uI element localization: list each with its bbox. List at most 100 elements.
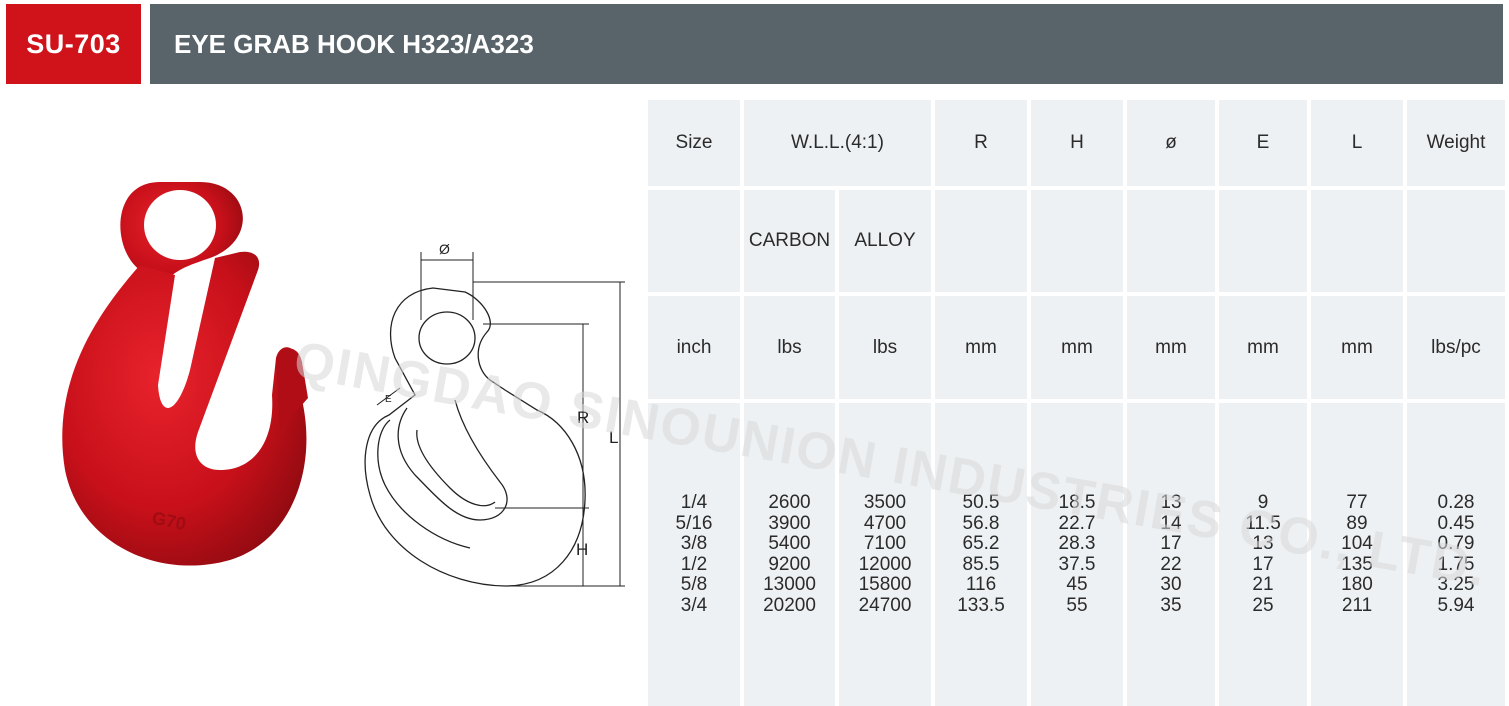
data-cell: 45 [1066,574,1088,595]
data-cell: 1.75 [1437,553,1475,575]
data-cell: 50.5 [962,492,1000,513]
header-wll: W.L.L.(4:1) [744,100,931,186]
header-e: E [1219,100,1307,186]
data-column-r: 50.5 56.8 65.2 85.5 116 133.5 [935,403,1027,706]
header-h: H [1031,100,1123,186]
data-cell: 17 [1252,553,1274,575]
data-cell: 135 [1341,553,1373,575]
data-cell: 4700 [863,512,907,534]
data-column-weight: 0.28 0.45 0.79 1.75 3.25 5.94 [1407,403,1505,706]
data-cell: 1/2 [680,553,708,575]
label-l: L [609,428,618,447]
data-cell: 22.7 [1058,512,1096,534]
data-cell: 0.79 [1437,533,1475,554]
label-r: R [577,408,589,427]
data-cell: 3/4 [680,594,708,616]
header-bar: SU-703 EYE GRAB HOOK H323/A323 [6,4,1503,84]
data-cell: 133.5 [957,594,1005,616]
data-cell: 3900 [768,512,811,534]
data-cell: 56.8 [962,512,1000,534]
unit-diameter: mm [1127,296,1215,399]
product-title: EYE GRAB HOOK H323/A323 [150,4,1503,84]
data-cell: 30 [1160,574,1182,595]
data-cell: 116 [965,574,997,595]
data-column-alloy: 3500 4700 7100 12000 15800 24700 [839,403,931,706]
data-cell: 35 [1160,594,1182,616]
product-code: SU-703 [6,4,141,84]
data-cell: 18.5 [1058,492,1096,513]
data-cell: 77 [1346,492,1368,513]
data-cell: 20200 [763,594,816,616]
subheader-empty [1219,190,1307,292]
label-diameter: Ø [439,241,450,257]
data-cell: 104 [1341,533,1373,554]
data-cell: 13 [1160,492,1182,513]
data-column-carbon: 2600 3900 5400 9200 13000 20200 [744,403,835,706]
data-cell: 12000 [858,553,912,575]
unit-alloy: lbs [839,296,931,399]
data-cell: 25 [1252,594,1274,616]
data-cell: 65.2 [962,533,1000,554]
data-cell: 55 [1066,594,1088,616]
data-cell: 17 [1160,533,1182,554]
hook-drawing: Ø E R L H [364,241,625,587]
data-cell: 13000 [763,574,816,595]
data-column-h: 18.5 22.7 28.3 37.5 45 55 [1031,403,1123,706]
data-cell: 2600 [768,492,811,513]
spec-table: Size W.L.L.(4:1) R H ø E L Weight CARBON… [648,100,1505,706]
data-cell: 13 [1252,533,1274,554]
data-cell: 7100 [863,533,907,554]
header-l: L [1311,100,1403,186]
data-cell: 14 [1160,512,1182,534]
data-cell: 85.5 [962,553,1000,575]
data-cell: 89 [1346,512,1368,534]
data-cell: 9200 [768,553,811,575]
subheader-empty [1311,190,1403,292]
subheader-alloy: ALLOY [839,190,931,292]
subheader-empty [1127,190,1215,292]
data-column-l: 77 89 104 135 180 211 [1311,403,1403,706]
data-cell: 21 [1252,574,1274,595]
data-column-size: 1/4 5/16 3/8 1/2 5/8 3/4 [648,403,740,706]
data-cell: 180 [1341,574,1373,595]
unit-size: inch [648,296,740,399]
header-r: R [935,100,1027,186]
data-cell: 37.5 [1058,553,1096,575]
header-size: Size [648,100,740,186]
data-cell: 3.25 [1437,574,1475,595]
unit-weight: lbs/pc [1407,296,1505,399]
data-column-e: 9 11.5 13 17 21 25 [1219,403,1307,706]
data-cell: 3500 [863,492,907,513]
header-weight: Weight [1407,100,1505,186]
data-cell: 5400 [768,533,811,554]
subheader-carbon: CARBON [744,190,835,292]
data-cell: 28.3 [1058,533,1096,554]
data-cell: 0.45 [1437,512,1475,534]
data-cell: 3/8 [680,533,708,554]
data-cell: 1/4 [680,492,708,513]
label-e: E [385,394,392,405]
subheader-empty [1407,190,1505,292]
data-column-diameter: 13 14 17 22 30 35 [1127,403,1215,706]
unit-e: mm [1219,296,1307,399]
data-cell: 5/16 [675,512,713,534]
data-cell: 15800 [858,574,912,595]
data-cell: 22 [1160,553,1182,575]
unit-r: mm [935,296,1027,399]
data-cell: 211 [1341,594,1373,616]
data-cell: 24700 [858,594,912,616]
data-cell: 5.94 [1437,594,1475,616]
label-h: H [576,540,588,559]
data-cell: 0.28 [1437,492,1475,513]
data-cell: 11.5 [1245,512,1281,534]
data-cell: 9 [1257,492,1269,513]
unit-h: mm [1031,296,1123,399]
header-diameter: ø [1127,100,1215,186]
data-cell: 5/8 [680,574,708,595]
unit-l: mm [1311,296,1403,399]
hook-photo: G70 [62,182,308,566]
unit-carbon: lbs [744,296,835,399]
subheader-empty [648,190,740,292]
subheader-empty [935,190,1027,292]
subheader-empty [1031,190,1123,292]
